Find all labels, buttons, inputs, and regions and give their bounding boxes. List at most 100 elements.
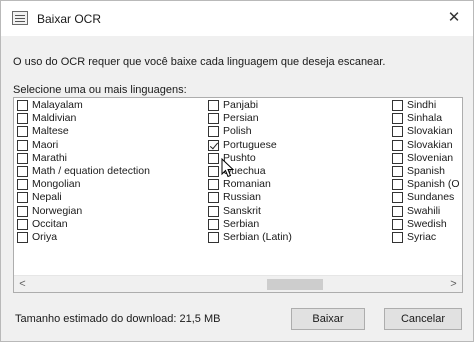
language-option[interactable]: Sundanes <box>392 191 460 204</box>
dialog-body: O uso do OCR requer que você baixe cada … <box>0 36 474 342</box>
language-option[interactable]: Swedish <box>392 218 460 231</box>
language-list: Malayalam Maldivian Maltese Maori Marathi Mat… <box>13 97 463 293</box>
language-option[interactable]: Portuguese <box>208 139 292 152</box>
language-checkbox[interactable] <box>392 139 403 151</box>
select-languages-label: Selecione uma ou mais linguagens: <box>13 84 187 96</box>
language-label: Slovenian <box>407 151 454 164</box>
language-checkbox[interactable] <box>392 126 403 138</box>
language-checkbox[interactable] <box>392 113 403 125</box>
language-checkbox[interactable] <box>17 166 28 178</box>
language-checkbox[interactable] <box>17 205 28 217</box>
language-label: Sanskrit <box>223 204 261 217</box>
language-label: Occitan <box>32 217 68 230</box>
language-option[interactable]: Maltese <box>17 125 150 138</box>
language-option[interactable]: Syriac <box>392 231 460 244</box>
language-label: Swahili <box>407 204 441 217</box>
language-label: Maori <box>32 138 59 151</box>
title-bar: Baixar OCR ✕ <box>0 0 474 36</box>
language-checkbox[interactable] <box>17 218 28 230</box>
language-option[interactable]: Spanish <box>392 165 460 178</box>
language-label: Serbian (Latin) <box>223 230 292 243</box>
language-option[interactable]: Oriya <box>17 231 150 244</box>
close-button[interactable]: ✕ <box>441 7 467 29</box>
language-label: Maltese <box>32 125 69 138</box>
download-size-text: Tamanho estimado do download: 21,5 MB <box>15 313 221 325</box>
language-label: Syriac <box>407 230 437 243</box>
language-option[interactable]: Romanian <box>208 178 292 191</box>
language-option[interactable]: Norwegian <box>17 205 150 218</box>
language-checkbox[interactable] <box>392 152 403 164</box>
language-option[interactable]: Panjabi <box>208 99 292 112</box>
language-option[interactable]: Serbian (Latin) <box>208 231 292 244</box>
language-option[interactable]: Math / equation detection <box>17 165 150 178</box>
language-checkbox[interactable] <box>392 179 403 191</box>
mouse-cursor-icon <box>221 158 235 178</box>
info-text: O uso do OCR requer que você baixe cada … <box>13 56 386 68</box>
language-option[interactable]: Serbian <box>208 218 292 231</box>
cancel-button[interactable]: Cancelar <box>384 308 462 330</box>
language-checkbox[interactable] <box>208 139 219 151</box>
language-label: Malayalam <box>32 99 83 112</box>
language-checkbox[interactable] <box>208 152 219 164</box>
language-option[interactable]: Spanish (O <box>392 178 460 191</box>
language-option[interactable]: Maori <box>17 139 150 152</box>
language-option[interactable]: Mongolian <box>17 178 150 191</box>
language-option[interactable]: Slovakian <box>392 125 460 138</box>
language-option[interactable]: Slovakian <box>392 139 460 152</box>
language-checkbox[interactable] <box>392 231 403 243</box>
language-option[interactable]: Sanskrit <box>208 205 292 218</box>
language-option[interactable]: Persian <box>208 112 292 125</box>
language-option[interactable]: Maldivian <box>17 112 150 125</box>
language-label: Polish <box>223 125 252 138</box>
language-option[interactable]: Sinhala <box>392 112 460 125</box>
language-checkbox[interactable] <box>17 179 28 191</box>
language-label: Oriya <box>32 230 58 243</box>
language-checkbox[interactable] <box>208 231 219 243</box>
scroll-right-arrow-icon[interactable]: > <box>445 276 462 292</box>
language-option[interactable]: Occitan <box>17 218 150 231</box>
language-checkbox[interactable] <box>17 152 28 164</box>
language-option[interactable]: Malayalam <box>17 99 150 112</box>
language-checkbox[interactable] <box>208 100 219 112</box>
language-checkbox[interactable] <box>208 126 219 138</box>
language-label: Serbian <box>223 217 260 230</box>
language-checkbox[interactable] <box>392 100 403 112</box>
language-option[interactable]: Polish <box>208 125 292 138</box>
language-label: Russian <box>223 191 261 204</box>
language-checkbox[interactable] <box>17 126 28 138</box>
language-label: Romanian <box>223 178 271 191</box>
horizontal-scrollbar[interactable]: < > <box>14 275 462 292</box>
language-checkbox[interactable] <box>392 192 403 204</box>
language-checkbox[interactable] <box>208 192 219 204</box>
language-label: Panjabi <box>223 99 259 112</box>
language-option[interactable]: Nepali <box>17 191 150 204</box>
language-option[interactable]: Marathi <box>17 152 150 165</box>
language-checkbox[interactable] <box>17 139 28 151</box>
language-checkbox[interactable] <box>17 100 28 112</box>
language-label: Math / equation detection <box>32 165 150 178</box>
scroll-left-arrow-icon[interactable]: < <box>14 276 31 292</box>
language-option[interactable]: Russian <box>208 191 292 204</box>
scrollbar-thumb[interactable] <box>267 279 323 290</box>
language-checkbox[interactable] <box>392 205 403 217</box>
language-checkbox[interactable] <box>208 179 219 191</box>
language-checkbox[interactable] <box>208 113 219 125</box>
language-checkbox[interactable] <box>17 192 28 204</box>
download-button[interactable]: Baixar <box>291 308 365 330</box>
language-checkbox[interactable] <box>208 218 219 230</box>
language-option[interactable]: Swahili <box>392 205 460 218</box>
language-checkbox[interactable] <box>17 231 28 243</box>
language-checkbox[interactable] <box>208 205 219 217</box>
language-label: Spanish (O <box>407 178 460 191</box>
language-checkbox[interactable] <box>392 166 403 178</box>
language-label: Swedish <box>407 217 447 230</box>
language-label: Spanish <box>407 165 445 178</box>
language-label: Sindhi <box>407 99 437 112</box>
language-checkbox[interactable] <box>208 166 219 178</box>
language-option[interactable]: Sindhi <box>392 99 460 112</box>
language-checkbox[interactable] <box>17 113 28 125</box>
language-option[interactable]: Slovenian <box>392 152 460 165</box>
language-label: Maldivian <box>32 112 77 125</box>
language-label: Sinhala <box>407 112 443 125</box>
language-checkbox[interactable] <box>392 218 403 230</box>
